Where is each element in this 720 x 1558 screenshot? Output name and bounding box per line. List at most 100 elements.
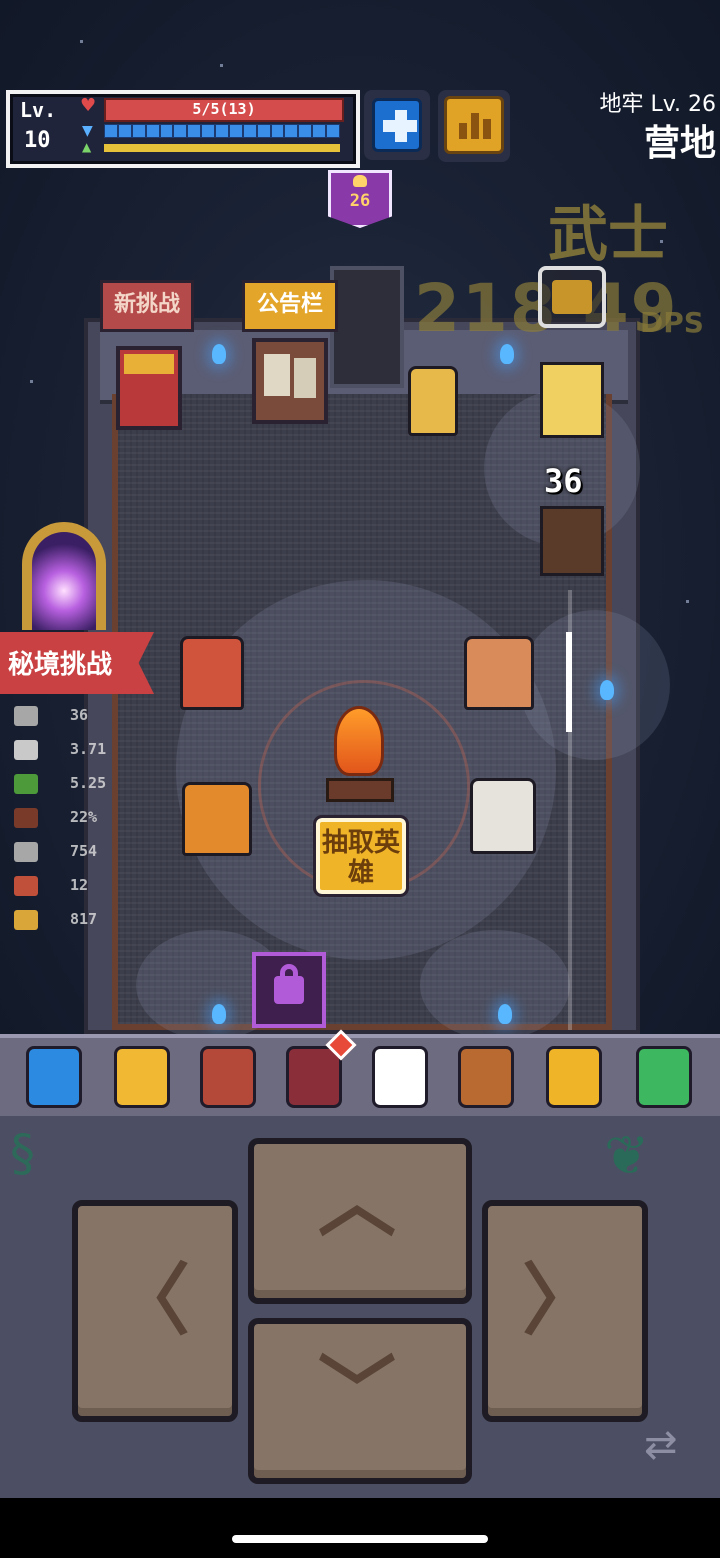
right-button[interactable]: 〉 [482, 1200, 648, 1422]
right-arrow-icon: 〉 [522, 1256, 601, 1346]
mana-segment [229, 125, 242, 137]
mana-segment [105, 125, 117, 137]
mana-segment [132, 125, 145, 137]
enemy-king[interactable] [540, 362, 604, 438]
up-button[interactable]: ︿ [248, 1138, 472, 1304]
star [686, 600, 689, 603]
hero-class-name: 武士 [548, 200, 668, 270]
star [80, 40, 83, 43]
health-text: 5/5(13) [192, 100, 256, 118]
bar-chart-icon [444, 96, 504, 154]
mana-segment [118, 125, 131, 137]
fog-glow [520, 610, 670, 760]
blue-torch-icon [212, 344, 226, 364]
mana-icon: ▼ [82, 123, 93, 139]
up-arrow-icon: ︿ [318, 1158, 397, 1248]
plus-icon [372, 98, 422, 152]
blue-torch-icon [498, 1004, 512, 1024]
fog-glow [420, 930, 570, 1040]
heal-plus-button[interactable] [364, 90, 430, 160]
hero-maid[interactable] [470, 778, 536, 854]
vine-decoration-icon: § [10, 1124, 35, 1182]
pause-button[interactable] [536, 1040, 608, 1112]
draw-hero-button[interactable]: 抽取英雄 [313, 815, 409, 897]
down-button[interactable]: ﹀ [248, 1318, 472, 1484]
stat-value: 36 [70, 706, 89, 724]
stat-row: 817 [14, 908, 134, 932]
sparkle-icon [114, 1046, 170, 1108]
floor-badge[interactable]: 26 [328, 170, 392, 228]
new-challenge-sign[interactable]: 新挑战 [100, 280, 194, 332]
mana-segment [216, 125, 228, 137]
target-frame[interactable] [538, 266, 606, 328]
system-bar [0, 1498, 720, 1558]
sparkle-button[interactable] [104, 1040, 176, 1112]
stat-value: 817 [70, 910, 98, 928]
stat-row: 22% [14, 806, 134, 830]
shield-icon [14, 808, 38, 828]
mana-segment [160, 125, 173, 137]
spellbook-icon [200, 1046, 256, 1108]
locked-chest[interactable] [252, 952, 326, 1028]
player-level: 10 [24, 128, 51, 153]
home-indicator[interactable] [232, 1535, 488, 1543]
area-name: 营地 [643, 123, 716, 164]
mana-segment [174, 125, 187, 137]
campfire-icon [334, 706, 384, 776]
mana-segment [299, 125, 312, 137]
secret-portal[interactable] [16, 522, 112, 634]
blue-torch-icon [212, 1004, 226, 1024]
pause-icon [546, 1046, 602, 1108]
stat-row: 754 [14, 840, 134, 864]
attack-indicator [566, 632, 572, 732]
stat-row: 3.71 [14, 738, 134, 762]
star [30, 380, 33, 383]
leaderboard-button[interactable] [438, 90, 510, 162]
hero-swordswoman[interactable] [464, 636, 534, 710]
hero-adventurer[interactable] [408, 366, 458, 436]
mana-segment [285, 125, 298, 137]
down-arrow-icon: ﹀ [318, 1348, 397, 1438]
stat-value: 5.25 [70, 774, 107, 792]
secret-challenge-label: 秘境挑战 [8, 650, 113, 680]
mana-bar [104, 124, 340, 138]
mana-segment [313, 125, 325, 137]
hero-fox[interactable] [180, 636, 244, 710]
collapse-arrow-button[interactable] [626, 1040, 698, 1112]
health-potion-icon [14, 842, 38, 862]
level-label: Lv. [20, 98, 57, 122]
mana-segment [243, 125, 256, 137]
skull-icon [353, 175, 367, 187]
left-button[interactable]: 〈 [72, 1200, 238, 1422]
logs-icon [326, 778, 394, 802]
boot-icon [14, 774, 38, 794]
bulletin-board[interactable] [252, 338, 328, 424]
crossed-swords-icon [14, 706, 38, 726]
blue-torch-icon [600, 680, 614, 700]
dungeon-door[interactable] [330, 266, 404, 388]
hero-figure-button[interactable] [16, 1040, 88, 1112]
gold-icon [14, 910, 38, 930]
dps-unit: DPS [640, 306, 704, 339]
stat-value: 754 [70, 842, 98, 860]
treasure-chest-icon [552, 280, 592, 314]
stat-row: 36 [14, 704, 134, 728]
backpack-icon [286, 1046, 342, 1108]
experience-bar [104, 144, 340, 152]
swap-controls-icon[interactable]: ⇄ [644, 1424, 692, 1466]
star [220, 64, 223, 67]
portal-icon [22, 522, 106, 630]
hero-dwarf[interactable] [182, 782, 252, 856]
sword-icon [14, 740, 38, 760]
spellbook-button[interactable] [190, 1040, 262, 1112]
mana-potion-icon [14, 876, 38, 896]
challenge-machine[interactable] [116, 346, 182, 430]
bulletin-board-sign[interactable]: 公告栏 [242, 280, 338, 332]
enemy-scarecrow[interactable] [540, 506, 604, 576]
magnifier-button[interactable] [448, 1040, 520, 1112]
left-arrow-icon: 〈 [112, 1256, 191, 1346]
auto-target-button[interactable] [362, 1040, 434, 1112]
mana-segment [327, 125, 339, 137]
mana-segment [202, 125, 214, 137]
stat-value: 3.71 [70, 740, 107, 758]
